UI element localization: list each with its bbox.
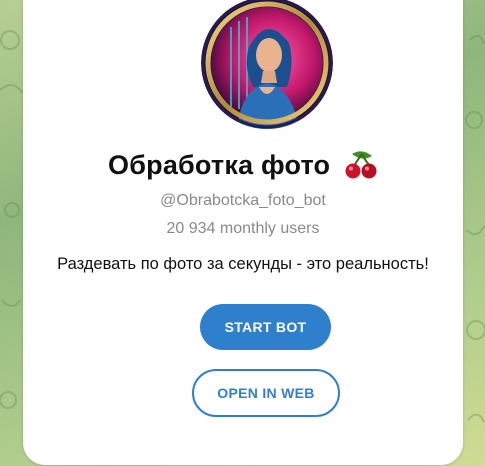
- start-bot-button[interactable]: START BOT: [200, 304, 331, 350]
- bot-info-card: Обработка фото @Obrabotcka_foto_bot 20 9…: [23, 0, 463, 465]
- bot-description: Раздевать по фото за секунды - это реаль…: [57, 255, 429, 273]
- monthly-users-count: 20 934 monthly users: [166, 220, 320, 237]
- bot-name: Обработка фото: [108, 150, 331, 180]
- open-in-web-button[interactable]: OPEN IN WEB: [192, 369, 340, 417]
- cherries-icon: [344, 150, 378, 187]
- bot-username: @Obrabotcka_foto_bot: [160, 192, 326, 209]
- bot-title: Обработка фото: [23, 150, 463, 187]
- bot-avatar: [201, 0, 333, 129]
